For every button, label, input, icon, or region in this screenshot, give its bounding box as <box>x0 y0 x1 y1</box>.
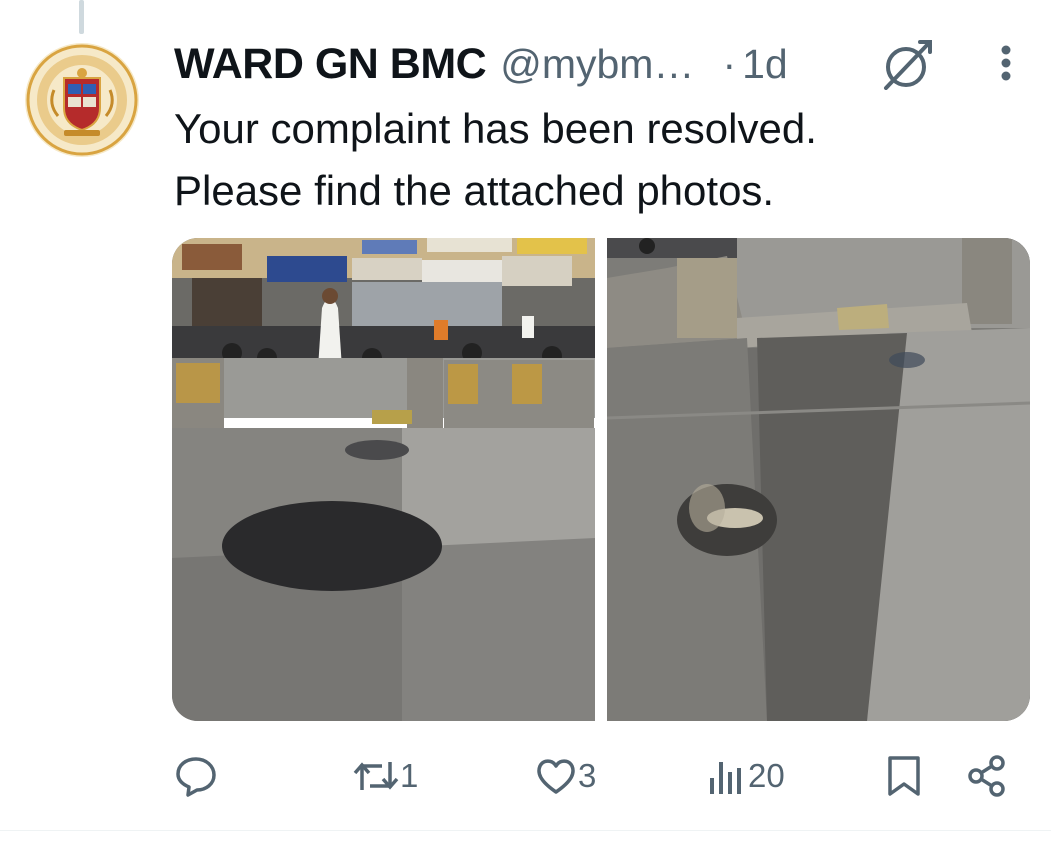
repost-icon <box>353 762 399 790</box>
grok-icon[interactable] <box>880 38 934 90</box>
bookmark-button[interactable] <box>884 754 924 798</box>
separator-dot: · <box>722 40 737 87</box>
tweet-action-bar: 1 3 20 <box>0 748 1051 808</box>
tweet-text-line-2: Please find the attached photos. <box>174 167 775 214</box>
views-button[interactable]: 20 <box>706 754 785 798</box>
photo-pothole-right[interactable] <box>607 238 1030 721</box>
heart-icon <box>537 759 575 794</box>
more-options-icon[interactable] <box>986 40 1026 86</box>
photo-before-after-left[interactable] <box>172 238 595 721</box>
tweet-text-line-1: Your complaint has been resolved. <box>174 105 817 152</box>
like-count: 3 <box>578 757 597 794</box>
tweet-header: WARD GN BMC @mybm… · 1d <box>174 36 788 92</box>
views-chart-icon <box>710 762 741 794</box>
divider <box>0 830 1051 831</box>
repost-button[interactable]: 1 <box>352 754 418 798</box>
share-icon <box>968 755 1005 797</box>
timestamp[interactable]: 1d <box>742 41 788 88</box>
display-name[interactable]: WARD GN BMC <box>174 40 487 89</box>
user-handle[interactable]: @mybm… <box>500 41 694 88</box>
bmc-emblem-icon <box>25 43 139 157</box>
like-button[interactable]: 3 <box>534 754 596 798</box>
reply-icon <box>176 757 216 797</box>
thread-connector-line <box>79 0 84 34</box>
avatar[interactable] <box>24 42 140 158</box>
bookmark-icon <box>888 756 920 796</box>
share-button[interactable] <box>966 754 1008 798</box>
reply-button[interactable] <box>174 754 218 798</box>
repost-count: 1 <box>400 757 419 794</box>
views-count: 20 <box>748 757 785 794</box>
tweet-text: Your complaint has been resolved. Please… <box>174 98 974 222</box>
